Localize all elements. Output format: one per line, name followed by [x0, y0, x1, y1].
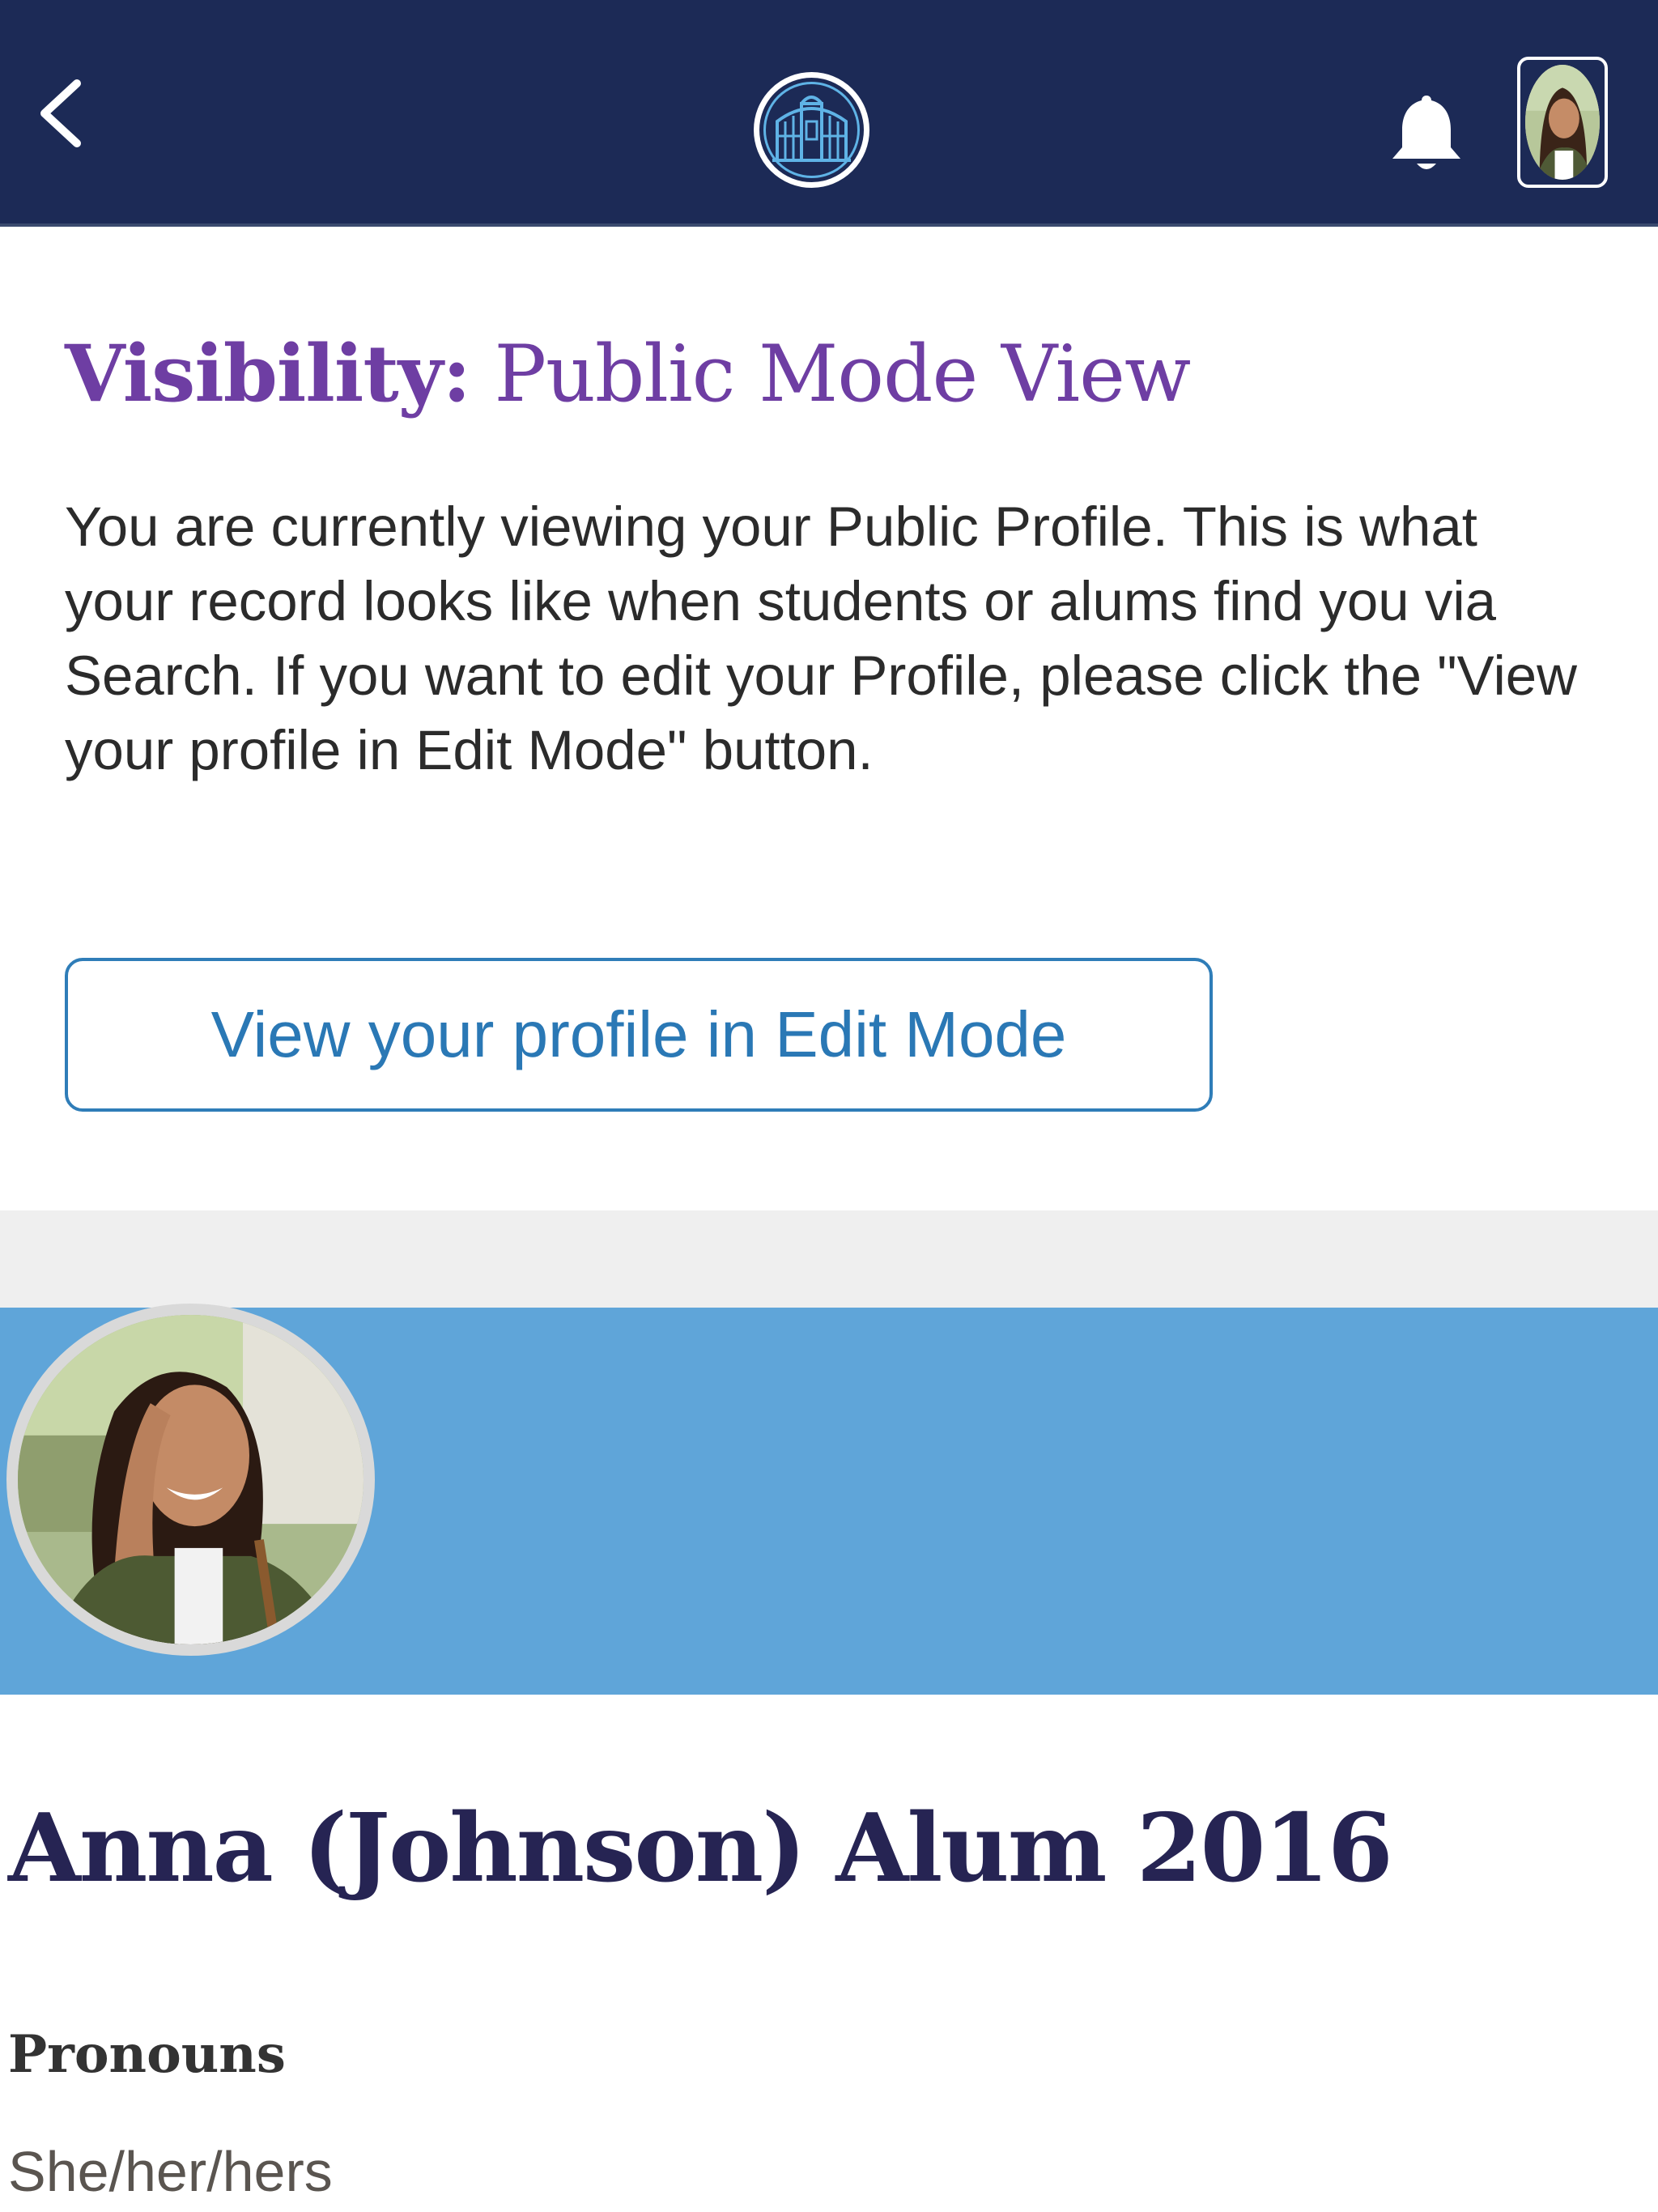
profile-photo — [6, 1304, 375, 1656]
visibility-card: Visibility: Public Mode View You are cur… — [0, 227, 1658, 1210]
visibility-description: You are currently viewing your Public Pr… — [65, 496, 1577, 781]
pronouns-label: Pronouns — [8, 2024, 286, 2085]
visibility-heading: Visibility: Public Mode View — [65, 328, 1191, 419]
avatar — [1525, 65, 1600, 180]
chevron-left-icon — [40, 79, 81, 147]
user-avatar-button[interactable] — [1517, 57, 1608, 188]
visibility-mode: Public Mode View — [494, 329, 1191, 419]
section-divider — [0, 1210, 1658, 1308]
bell-icon — [1392, 96, 1460, 169]
gate-logo-icon[interactable] — [753, 71, 870, 189]
profile-name: Anna (Johnson) Alum 2016 — [8, 1793, 1393, 1904]
back-button[interactable] — [24, 77, 97, 150]
visibility-label: Visibility: — [65, 328, 471, 419]
pronouns-value: She/her/hers — [8, 2140, 333, 2203]
notifications-button[interactable] — [1386, 91, 1467, 176]
top-navigation-bar — [0, 0, 1658, 227]
view-edit-mode-button[interactable]: View your profile in Edit Mode — [65, 958, 1213, 1112]
